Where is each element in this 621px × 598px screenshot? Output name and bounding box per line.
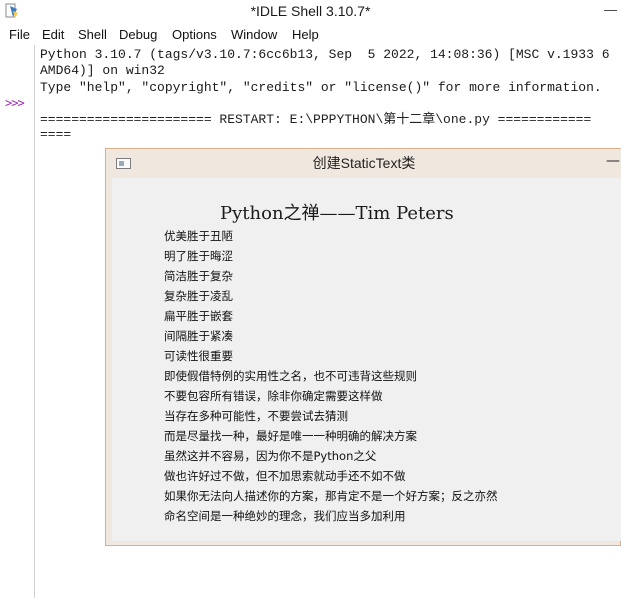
minimize-button[interactable]: — [600, 0, 621, 22]
restart-line-continued: ==== [40, 127, 72, 142]
restart-line: ====================== RESTART: E:\PPPYT… [40, 112, 592, 127]
menu-edit[interactable]: Edit [42, 26, 64, 43]
menu-options[interactable]: Options [172, 26, 217, 43]
statictext-frame: 创建StaticText类 — Python之禅——Tim Peters 优美胜… [105, 148, 621, 546]
zen-line: 即使假借特例的实用性之名，也不可违背这些规则 [164, 369, 417, 383]
zen-line: 简洁胜于复杂 [164, 269, 233, 283]
prompt-gutter [0, 45, 35, 598]
shell-output-line: Python 3.10.7 (tags/v3.10.7:6cc6b13, Sep… [40, 47, 610, 62]
shell-prompt: >>> [5, 96, 25, 110]
frame-minimize-button[interactable]: — [604, 153, 621, 171]
frame-title: 创建StaticText类 [312, 155, 416, 171]
zen-line: 可读性很重要 [164, 349, 233, 363]
menu-help[interactable]: Help [292, 26, 319, 43]
shell-output-line: Type "help", "copyright", "credits" or "… [40, 80, 602, 95]
shell-output-line: AMD64)] on win32 [40, 63, 165, 78]
zen-line: 如果你无法向人描述你的方案，那肯定不是一个好方案；反之亦然 [164, 489, 498, 503]
menu-debug[interactable]: Debug [119, 26, 157, 43]
menu-shell[interactable]: Shell [78, 26, 107, 43]
frame-client-area: Python之禅——Tim Peters 优美胜于丑陋 明了胜于晦涩 简洁胜于复… [112, 178, 621, 541]
zen-line: 做也许好过不做，但不加思索就动手还不如不做 [164, 469, 406, 483]
zen-line: 虽然这并不容易，因为你不是Python之父 [164, 449, 377, 463]
menubar: File Edit Shell Debug Options Window Hel… [0, 24, 621, 45]
zen-line: 而是尽量找一种，最好是唯一一种明确的解决方案 [164, 429, 417, 443]
zen-line: 命名空间是一种绝妙的理念，我们应当多加利用 [164, 509, 406, 523]
menu-window[interactable]: Window [231, 26, 277, 43]
zen-heading: Python之禅——Tim Peters [220, 203, 454, 224]
zen-line: 间隔胜于紧凑 [164, 329, 233, 343]
zen-line: 明了胜于晦涩 [164, 249, 233, 263]
zen-line: 复杂胜于凌乱 [164, 289, 233, 303]
zen-line: 扁平胜于嵌套 [164, 309, 233, 323]
menu-file[interactable]: File [9, 26, 30, 43]
frame-titlebar[interactable]: 创建StaticText类 — [106, 149, 621, 178]
window-title: *IDLE Shell 3.10.7* [250, 3, 371, 19]
zen-line: 优美胜于丑陋 [164, 229, 233, 243]
idle-titlebar: *IDLE Shell 3.10.7* — [0, 0, 621, 23]
zen-line: 当存在多种可能性，不要尝试去猜测 [164, 409, 348, 423]
zen-line: 不要包容所有错误，除非你确定需要这样做 [164, 389, 383, 403]
